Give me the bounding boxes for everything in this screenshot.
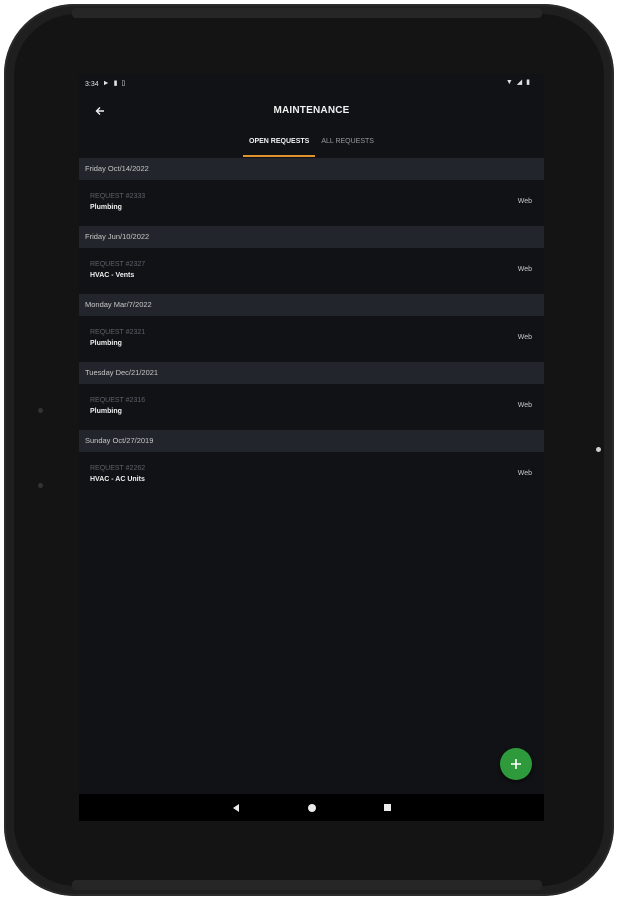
request-source: Web: [517, 470, 532, 477]
sim-card-icon: ▮: [113, 80, 118, 87]
camera-dot: [596, 447, 601, 452]
request-source: Web: [517, 198, 532, 205]
nav-recents-icon[interactable]: [381, 801, 395, 815]
tab-open-requests[interactable]: OPEN REQUESTS: [243, 134, 316, 157]
sensor-dot: [38, 408, 43, 413]
request-list: Friday Oct/14/2022 REQUEST #2333 Plumbin…: [79, 158, 544, 498]
nav-home-icon[interactable]: [305, 801, 319, 815]
tab-all-requests[interactable]: ALL REQUESTS: [315, 134, 380, 156]
device-screen: 3:34 ► ▮ ▯ ▼ ◢ ▮ MAINTENANCE OPEN REQUES…: [79, 74, 544, 821]
date-header: Monday Mar/7/2022: [79, 294, 544, 316]
top-speaker-grille: [72, 8, 542, 18]
request-category: HVAC - Vents: [90, 272, 135, 279]
request-category: HVAC - AC Units: [90, 476, 145, 483]
add-request-button[interactable]: [500, 748, 532, 780]
system-nav-bar: [79, 794, 544, 821]
status-time: 3:34: [85, 80, 99, 88]
request-row[interactable]: REQUEST #2327 HVAC - Vents Web: [79, 248, 544, 294]
date-header: Tuesday Dec/21/2021: [79, 362, 544, 384]
notification-icon: ►: [102, 80, 110, 87]
storage-icon: ▯: [121, 80, 126, 87]
app-bar: MAINTENANCE: [79, 94, 544, 130]
bottom-speaker-grille: [72, 880, 542, 890]
date-header: Sunday Oct/27/2019: [79, 430, 544, 452]
wifi-icon: ▼: [505, 79, 513, 86]
request-source: Web: [517, 334, 532, 341]
request-number: REQUEST #2333: [90, 193, 146, 200]
request-row[interactable]: REQUEST #2262 HVAC - AC Units Web: [79, 452, 544, 498]
request-number: REQUEST #2327: [90, 261, 146, 268]
request-row[interactable]: REQUEST #2321 Plumbing Web: [79, 316, 544, 362]
status-bar: 3:34 ► ▮ ▯ ▼ ◢ ▮: [79, 74, 544, 94]
plus-icon: [511, 759, 521, 769]
request-category: Plumbing: [90, 340, 122, 347]
date-header: Friday Oct/14/2022: [79, 158, 544, 180]
cell-signal-icon: ◢: [516, 79, 523, 86]
request-source: Web: [517, 402, 532, 409]
sensor-dot: [38, 483, 43, 488]
request-number: REQUEST #2321: [90, 329, 146, 336]
battery-icon: ▮: [526, 79, 530, 86]
tab-bar: OPEN REQUESTS ALL REQUESTS: [79, 134, 544, 157]
nav-back-icon[interactable]: [229, 801, 243, 815]
page-title: MAINTENANCE: [273, 105, 350, 116]
request-row[interactable]: REQUEST #2333 Plumbing Web: [79, 180, 544, 226]
request-category: Plumbing: [90, 204, 122, 211]
request-number: REQUEST #2316: [90, 397, 146, 404]
request-source: Web: [517, 266, 532, 273]
request-category: Plumbing: [90, 408, 122, 415]
date-header: Friday Jun/10/2022: [79, 226, 544, 248]
request-number: REQUEST #2262: [90, 465, 146, 472]
request-row[interactable]: REQUEST #2316 Plumbing Web: [79, 384, 544, 430]
